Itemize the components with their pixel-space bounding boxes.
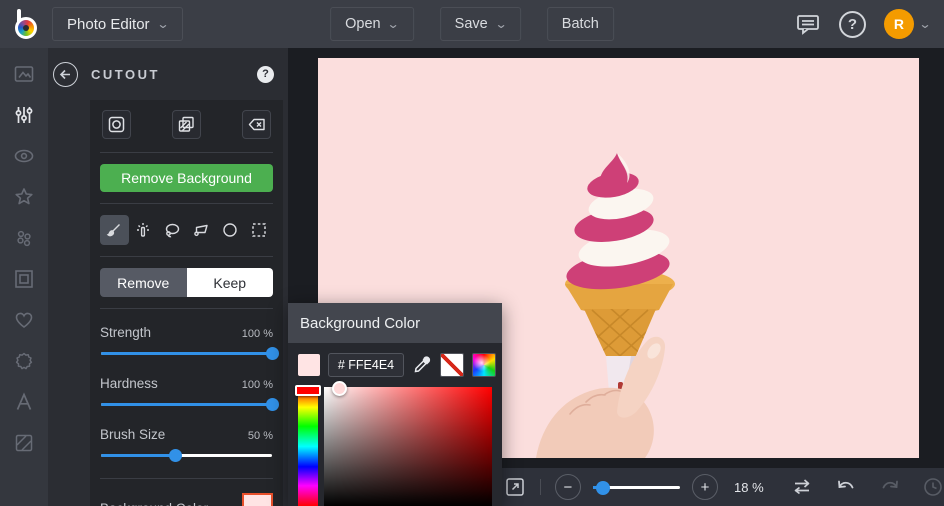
open-button[interactable]: Open ⌄ <box>330 7 414 41</box>
history-clock-icon[interactable] <box>922 476 944 498</box>
background-color-row: Background Color ⌄ <box>100 493 273 506</box>
color-marker[interactable] <box>332 381 347 396</box>
brush-size-label: Brush Size <box>100 427 165 442</box>
save-button[interactable]: Save ⌄ <box>440 7 521 41</box>
hardness-row: Hardness 100 % <box>100 376 273 391</box>
tool-rail <box>0 48 48 506</box>
current-color-swatch[interactable] <box>298 354 320 376</box>
rail-badge-icon[interactable] <box>11 349 37 373</box>
rail-adjustments-icon[interactable] <box>11 103 37 127</box>
feedback-chat-icon[interactable] <box>795 12 821 36</box>
invert-cutout-icon[interactable] <box>172 110 201 139</box>
mode-segmented-control: Remove Keep <box>100 268 273 297</box>
color-picker-body <box>288 343 502 506</box>
rail-textures-icon[interactable] <box>11 431 37 455</box>
zoom-out-icon[interactable]: − <box>555 474 581 500</box>
batch-button[interactable]: Batch <box>547 7 614 41</box>
hex-color-input[interactable] <box>328 353 404 377</box>
cutout-panel: CUTOUT ? <box>48 48 288 506</box>
fit-screen-icon[interactable] <box>504 476 526 498</box>
panel-header: CUTOUT ? <box>48 48 288 100</box>
mode-remove-button[interactable]: Remove <box>100 268 187 297</box>
transparent-color-swatch[interactable] <box>440 353 464 377</box>
divider <box>100 478 273 479</box>
app-title: Photo Editor <box>67 16 150 33</box>
background-color-picker: Background Color <box>288 303 502 506</box>
top-bar: Photo Editor ⌄ Open ⌄ Save ⌄ Batch <box>0 0 944 48</box>
zoom-level: 18 % <box>734 480 770 495</box>
topbar-right: ? R ⌄ <box>795 9 944 39</box>
brush-size-value: 50 % <box>248 430 273 442</box>
divider <box>100 203 273 204</box>
brush-size-slider[interactable] <box>101 448 272 462</box>
hardness-value: 100 % <box>242 379 273 391</box>
hardness-slider[interactable] <box>101 397 272 411</box>
panel-title: CUTOUT <box>91 67 160 82</box>
main-area: CUTOUT ? <box>0 48 944 506</box>
app-switcher-button[interactable]: Photo Editor ⌄ <box>52 7 183 41</box>
zoom-in-icon[interactable]: + <box>692 474 718 500</box>
topbar-actions: Open ⌄ Save ⌄ Batch <box>330 7 614 41</box>
color-input-row <box>298 353 492 377</box>
hue-marker[interactable] <box>295 385 321 396</box>
cutout-shape-row <box>100 108 273 141</box>
eyedropper-icon[interactable] <box>412 355 432 375</box>
panel-help-icon[interactable]: ? <box>257 66 274 83</box>
help-icon[interactable]: ? <box>839 11 866 38</box>
strength-row: Strength 100 % <box>100 325 273 340</box>
slider-knob[interactable] <box>266 347 279 360</box>
hardness-label: Hardness <box>100 376 158 391</box>
rail-overlays-heart-icon[interactable] <box>11 308 37 332</box>
background-color-label: Background Color <box>100 501 208 506</box>
chevron-down-icon: ⌄ <box>918 18 931 30</box>
divider <box>100 256 273 257</box>
rail-graphics-icon[interactable] <box>11 226 37 250</box>
mode-keep-button[interactable]: Keep <box>187 268 274 297</box>
strength-value: 100 % <box>242 328 273 340</box>
saturation-value-box[interactable] <box>324 387 492 506</box>
divider <box>100 308 273 309</box>
rail-photo-icon[interactable] <box>11 62 37 86</box>
polygon-lasso-tool-icon[interactable] <box>186 215 215 245</box>
rectangle-select-tool-icon[interactable] <box>244 215 273 245</box>
selection-tools-row <box>100 215 273 245</box>
befunky-logo-icon[interactable] <box>8 4 42 44</box>
strength-slider[interactable] <box>101 346 272 360</box>
divider <box>540 479 541 495</box>
compare-icon[interactable] <box>790 477 814 497</box>
chevron-down-icon: ⌄ <box>156 18 169 30</box>
photo-editor-app: Photo Editor ⌄ Open ⌄ Save ⌄ Batch <box>0 0 944 506</box>
rainbow-color-swatch[interactable] <box>472 353 496 377</box>
avatar: R <box>884 9 914 39</box>
strength-label: Strength <box>100 325 151 340</box>
lasso-tool-icon[interactable] <box>158 215 187 245</box>
chevron-down-icon: ⌄ <box>494 18 507 30</box>
account-menu[interactable]: R ⌄ <box>884 9 930 39</box>
shape-cutout-icon[interactable] <box>102 110 131 139</box>
chevron-down-icon: ⌄ <box>387 18 400 30</box>
magic-wand-tool-icon[interactable] <box>129 215 158 245</box>
remove-background-button[interactable]: Remove Background <box>100 164 273 192</box>
erase-cutout-icon[interactable] <box>242 110 271 139</box>
picker-area <box>298 387 492 506</box>
slider-knob[interactable] <box>596 481 610 495</box>
ellipse-select-tool-icon[interactable] <box>215 215 244 245</box>
hue-slider[interactable] <box>298 387 318 506</box>
slider-knob[interactable] <box>266 398 279 411</box>
slider-knob[interactable] <box>169 449 182 462</box>
rail-effects-eye-icon[interactable] <box>11 144 37 168</box>
rail-artsy-star-icon[interactable] <box>11 185 37 209</box>
redo-icon[interactable] <box>878 477 902 497</box>
brush-tool-icon[interactable] <box>100 215 129 245</box>
brush-size-row: Brush Size 50 % <box>100 427 273 442</box>
color-picker-title: Background Color <box>288 303 502 343</box>
undo-icon[interactable] <box>834 477 858 497</box>
rail-frames-icon[interactable] <box>11 267 37 291</box>
background-color-swatch[interactable]: ⌄ <box>242 493 273 506</box>
back-button[interactable] <box>53 62 78 87</box>
panel-card: Remove Background <box>90 100 283 506</box>
divider <box>100 152 273 153</box>
rail-text-icon[interactable] <box>11 390 37 414</box>
zoom-slider[interactable] <box>593 480 680 494</box>
